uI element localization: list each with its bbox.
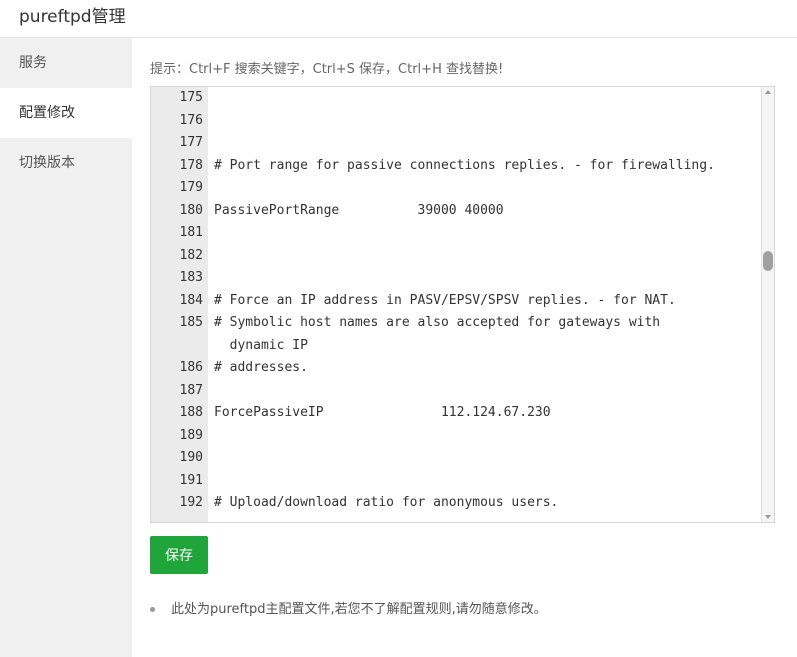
line-code[interactable]: ForcePassiveIP 112.124.67.230 [214, 402, 763, 425]
code-line[interactable]: 182 [151, 245, 763, 268]
code-line[interactable]: 178 # Port range for passive connections … [151, 155, 763, 178]
code-line[interactable]: 185 # Symbolic host names are also accept… [151, 312, 763, 357]
scroll-thumb[interactable] [763, 251, 773, 271]
line-code[interactable]: # Upload/download ratio for anonymous us… [214, 492, 763, 515]
code-line[interactable]: 181 [151, 222, 763, 245]
code-line[interactable]: 189 [151, 425, 763, 448]
line-number: 186 [179, 360, 203, 375]
line-number: 181 [179, 225, 203, 240]
code-line[interactable]: 175 [151, 87, 763, 110]
line-code[interactable]: PassivePortRange 39000 40000 [214, 200, 763, 223]
scroll-down-icon[interactable] [765, 515, 771, 519]
line-code[interactable]: # Port range for passive connections rep… [214, 155, 763, 178]
line-number: 191 [179, 472, 203, 488]
config-note: 此处为pureftpd主配置文件,若您不了解配置规则,请勿随意修改。 [150, 598, 547, 617]
scroll-up-icon[interactable] [765, 90, 771, 94]
code-line[interactable]: 177 [151, 132, 763, 155]
editor-lines[interactable]: 175 176 177 178 # Port range for passive con… [151, 87, 763, 522]
line-number: 182 [179, 247, 203, 263]
code-line[interactable]: 190 [151, 447, 763, 470]
code-line[interactable]: 187 [151, 380, 763, 403]
code-line[interactable]: 188 ForcePassiveIP 112.124.67.230 [151, 402, 763, 425]
save-button[interactable]: 保存 [150, 536, 208, 574]
code-line[interactable]: 186 # addresses. [151, 357, 763, 380]
main-panel: 提示：Ctrl+F 搜索关键字，Ctrl+S 保存，Ctrl+H 查找替换! 1… [132, 38, 797, 657]
line-code[interactable]: # Symbolic host names are also accepted … [214, 312, 714, 357]
config-editor[interactable]: 175 176 177 178 # Port range for passive con… [150, 86, 775, 523]
code-line[interactable]: 176 [151, 110, 763, 133]
code-line[interactable]: 192 # Upload/download ratio for anonymous… [151, 492, 763, 515]
shortcut-hint: 提示：Ctrl+F 搜索关键字，Ctrl+S 保存，Ctrl+H 查找替换! [150, 62, 504, 77]
line-number: 189 [179, 427, 203, 443]
line-code[interactable]: # addresses. [214, 357, 763, 380]
line-number: 188 [179, 405, 203, 420]
line-number: 175 [179, 90, 203, 105]
config-note-text: 此处为pureftpd主配置文件,若您不了解配置规则,请勿随意修改。 [171, 602, 547, 617]
code-line[interactable]: 183 [151, 267, 763, 290]
line-number: 180 [179, 202, 203, 218]
line-number: 184 [179, 292, 203, 308]
line-number: 183 [179, 270, 203, 285]
line-number: 177 [179, 135, 203, 150]
sidebar-item-config-edit[interactable]: 配置修改 [0, 88, 132, 138]
code-line[interactable]: 184 # Force an IP address in PASV/EPSV/SP… [151, 290, 763, 313]
line-number: 176 [179, 112, 203, 128]
line-number: 185 [179, 315, 203, 330]
sidebar: 服务 配置修改 切换版本 [0, 38, 132, 657]
editor-scrollbar[interactable] [761, 87, 774, 522]
line-number: 179 [179, 180, 203, 195]
line-number: 190 [179, 450, 203, 465]
code-line[interactable]: 179 [151, 177, 763, 200]
line-number: 187 [179, 382, 203, 398]
line-number: 178 [179, 157, 203, 173]
code-line[interactable]: 180 PassivePortRange 39000 40000 [151, 200, 763, 223]
line-code[interactable]: # Force an IP address in PASV/EPSV/SPSV … [214, 290, 763, 313]
line-number: 192 [179, 495, 203, 510]
code-line[interactable]: 191 [151, 470, 763, 493]
sidebar-item-switch-version[interactable]: 切换版本 [0, 138, 132, 188]
bullet-icon [150, 607, 155, 612]
window-title: pureftpd管理 [19, 7, 126, 27]
window-titlebar: pureftpd管理 [0, 0, 797, 38]
sidebar-item-service[interactable]: 服务 [0, 38, 132, 88]
